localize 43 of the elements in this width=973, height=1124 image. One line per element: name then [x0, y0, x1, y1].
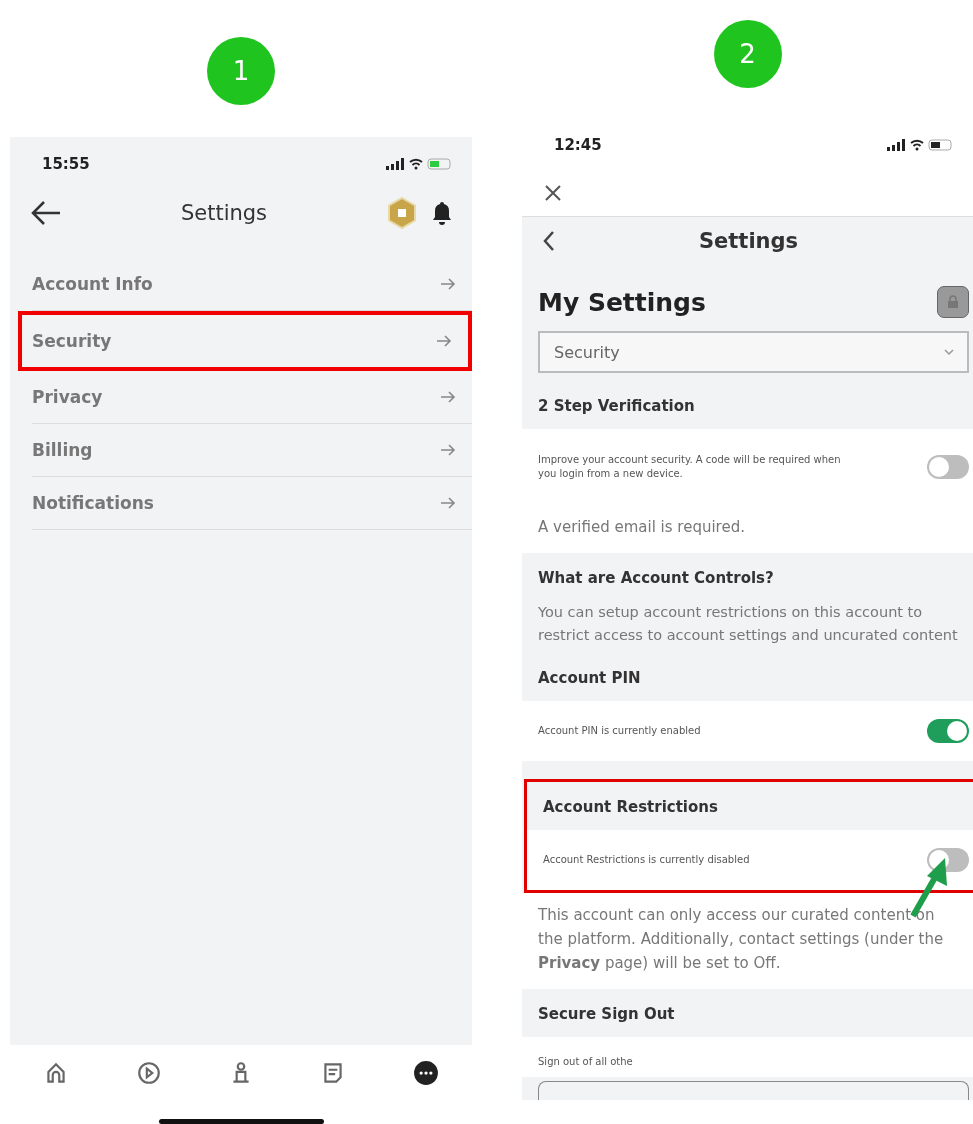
arrow-right-icon [440, 496, 456, 510]
page-title: My Settings [538, 287, 706, 317]
chevron-down-icon [943, 348, 955, 356]
setting-description: Account Restrictions is currently disabled [543, 853, 750, 868]
bell-icon[interactable] [430, 200, 454, 226]
toggle-switch[interactable] [927, 455, 969, 479]
wifi-icon [910, 139, 924, 151]
signal-icon [887, 139, 905, 151]
battery-icon [427, 158, 451, 169]
status-time: 15:55 [42, 154, 90, 173]
arrow-right-icon [436, 334, 452, 348]
menu-item[interactable]: Privacy [32, 371, 472, 424]
screen-title: Settings [179, 201, 269, 225]
arrow-right-icon [440, 443, 456, 457]
section-dropdown[interactable]: Security [538, 331, 969, 373]
battery-icon [928, 139, 952, 151]
setting-description: Account PIN is currently enabled [538, 724, 701, 739]
signal-icon [386, 157, 404, 170]
setting-description: Sign out of all othe [538, 1055, 633, 1070]
input-field[interactable] [538, 1081, 969, 1101]
setting-description: Improve your account security. A code will be required when you login from a new device. [538, 452, 842, 481]
back-arrow-icon[interactable] [30, 199, 62, 227]
arrow-right-icon [440, 277, 456, 291]
step-badge: 1 [207, 37, 275, 105]
toggle-switch[interactable] [927, 848, 969, 873]
wifi-icon [409, 158, 423, 169]
note-text: A verified email is required. [522, 505, 973, 553]
status-time: 12:45 [554, 136, 602, 154]
arrow-right-icon [440, 390, 456, 404]
padlock-icon [947, 295, 959, 309]
lock-button[interactable] [937, 286, 969, 318]
menu-item[interactable]: Billing [32, 424, 472, 477]
note-text: This account can only access our curated content on the platform. Additionally, contact settings (under the Privacy page) will be set to Off. [522, 893, 973, 990]
step-badge: 2 [713, 20, 782, 88]
menu-item[interactable]: Notifications [32, 477, 472, 530]
menu-item[interactable]: Account Info [32, 258, 472, 311]
close-icon[interactable] [544, 184, 562, 202]
menu-item[interactable]: Security [18, 311, 472, 371]
chevron-left-icon[interactable] [542, 230, 556, 252]
play-icon[interactable] [135, 1060, 162, 1086]
screen-title: Settings [697, 229, 800, 253]
more-icon[interactable] [412, 1060, 439, 1086]
toggle-switch[interactable] [927, 719, 969, 744]
